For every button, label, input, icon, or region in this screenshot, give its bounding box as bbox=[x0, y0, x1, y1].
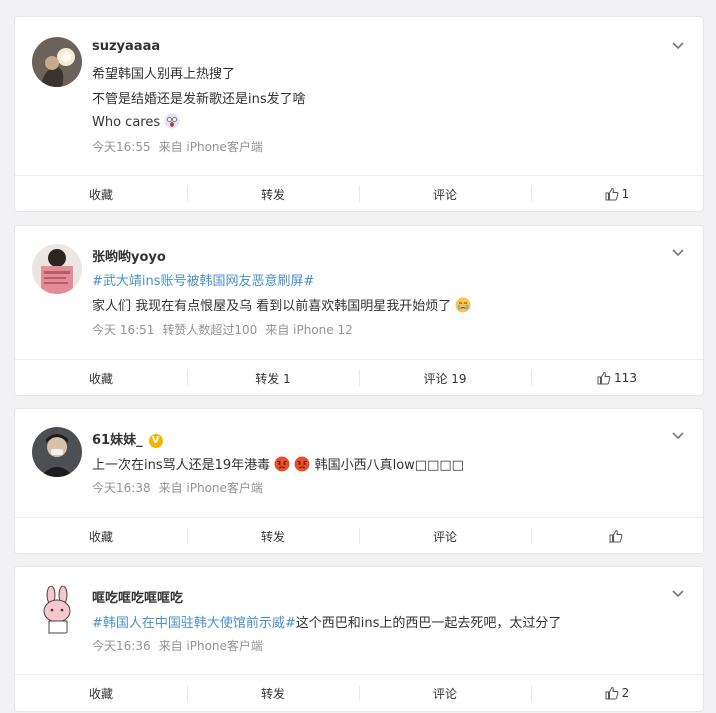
collect-button[interactable]: 收藏 bbox=[15, 360, 187, 396]
post-text-line: 家人们 我现在有点恨屋及乌 看到以前喜欢韩国明星我开始烦了 bbox=[92, 295, 471, 314]
timestamp[interactable]: 今天 16:51 bbox=[92, 323, 154, 337]
hashtag-link[interactable]: #武大靖ins账号被韩国网友恶意刷屏# bbox=[92, 274, 314, 289]
username[interactable]: suzyaaaa bbox=[92, 39, 160, 54]
post-meta: 今天16:55 来自 iPhone客户端 bbox=[92, 138, 271, 155]
source: 来自 iPhone 12 bbox=[265, 323, 353, 337]
thumbs-up-icon bbox=[597, 371, 611, 385]
avatar[interactable] bbox=[32, 427, 82, 477]
username[interactable]: 哐吃哐吃哐哐吃 bbox=[92, 587, 183, 606]
forward-button[interactable]: 转发 bbox=[187, 176, 359, 212]
timestamp[interactable]: 今天16:55 bbox=[92, 140, 151, 154]
post-text: 这个西巴和ins上的西巴一起去死吧，太过分了 bbox=[295, 616, 562, 631]
action-bar: 收藏 转发 评论 2 bbox=[15, 675, 703, 711]
post-text: Who cares bbox=[92, 115, 161, 130]
post-text: 家人们 我现在有点恨屋及乌 看到以前喜欢韩国明星我开始烦了 bbox=[92, 299, 452, 314]
timestamp[interactable]: 今天16:36 bbox=[92, 639, 151, 653]
angry-emoji-icon bbox=[294, 456, 310, 472]
post-text: 韩国小西八真low□□□□ bbox=[314, 458, 464, 473]
comment-button[interactable]: 评论 bbox=[359, 518, 531, 554]
like-button[interactable]: 2 bbox=[531, 675, 703, 711]
crying-emoji-icon bbox=[455, 297, 471, 313]
post-text-line: #武大靖ins账号被韩国网友恶意刷屏# bbox=[92, 270, 314, 289]
forward-button[interactable]: 转发 bbox=[187, 675, 359, 711]
angry-emoji-icon bbox=[274, 456, 290, 472]
forward-button[interactable]: 转发 bbox=[187, 518, 359, 554]
chevron-down-icon[interactable] bbox=[671, 587, 685, 601]
source: 来自 iPhone客户端 bbox=[158, 481, 263, 495]
post-text: 不管是结婚还是发新歌还是ins发了啥 bbox=[92, 92, 306, 107]
avatar[interactable] bbox=[32, 37, 82, 87]
post-card: 61妹妹_ V 上一次在ins骂人还是19年港毒 韩国小西八真low□□□□ 今天… bbox=[14, 408, 704, 554]
action-bar: 收藏 转发 评论 1 bbox=[15, 176, 703, 212]
verified-badge-icon: V bbox=[148, 433, 163, 448]
source: 来自 iPhone客户端 bbox=[158, 140, 263, 154]
source: 来自 iPhone客户端 bbox=[158, 639, 263, 653]
username[interactable]: 61妹妹_ bbox=[92, 433, 143, 448]
collect-button[interactable]: 收藏 bbox=[15, 176, 187, 212]
collect-button[interactable]: 收藏 bbox=[15, 518, 187, 554]
chevron-down-icon[interactable] bbox=[671, 39, 685, 53]
forward-button[interactable]: 转发 1 bbox=[187, 360, 359, 396]
username-row: 61妹妹_ V bbox=[92, 429, 163, 448]
avatar[interactable] bbox=[32, 244, 82, 294]
post-text: 希望韩国人别再上热搜了 bbox=[92, 67, 236, 82]
timestamp[interactable]: 今天16:38 bbox=[92, 481, 151, 495]
post-card: 哐吃哐吃哐哐吃 #韩国人在中国驻韩大使馆前示威#这个西巴和ins上的西巴一起去死… bbox=[14, 566, 704, 712]
like-button[interactable]: 1 bbox=[531, 176, 703, 212]
post-meta: 今天 16:51 转赞人数超过100 来自 iPhone 12 bbox=[92, 321, 361, 338]
action-bar: 收藏 转发 1 评论 19 113 bbox=[15, 360, 703, 396]
like-button[interactable]: 113 bbox=[531, 360, 703, 396]
post-meta: 今天16:38 来自 iPhone客户端 bbox=[92, 479, 271, 496]
post-text-line: 上一次在ins骂人还是19年港毒 韩国小西八真low□□□□ bbox=[92, 454, 464, 473]
comment-button[interactable]: 评论 bbox=[359, 675, 531, 711]
like-button[interactable] bbox=[531, 518, 703, 554]
avatar[interactable] bbox=[32, 585, 82, 635]
comment-button[interactable]: 评论 bbox=[359, 176, 531, 212]
post-card: suzyaaaa 希望韩国人别再上热搜了 不管是结婚还是发新歌还是ins发了啥 … bbox=[14, 16, 704, 212]
repost-count-note: 转赞人数超过100 bbox=[162, 323, 258, 337]
action-bar: 收藏 转发 评论 bbox=[15, 518, 703, 554]
thumbs-up-icon bbox=[605, 686, 619, 700]
username[interactable]: 张哟哟yoyo bbox=[92, 246, 166, 265]
comment-button[interactable]: 评论 19 bbox=[359, 360, 531, 396]
post-card: 张哟哟yoyo #武大靖ins账号被韩国网友恶意刷屏# 家人们 我现在有点恨屋及… bbox=[14, 225, 704, 396]
thumbs-up-icon bbox=[605, 187, 619, 201]
post-meta: 今天16:36 来自 iPhone客户端 bbox=[92, 637, 271, 654]
post-text-line: Who cares bbox=[92, 113, 180, 130]
shocked-emoji-icon bbox=[164, 113, 180, 129]
post-text: 上一次在ins骂人还是19年港毒 bbox=[92, 458, 271, 473]
post-text-line: #韩国人在中国驻韩大使馆前示威#这个西巴和ins上的西巴一起去死吧，太过分了 bbox=[92, 612, 561, 631]
thumbs-up-icon bbox=[609, 529, 622, 543]
chevron-down-icon[interactable] bbox=[671, 429, 685, 443]
hashtag-link[interactable]: #韩国人在中国驻韩大使馆前示威# bbox=[92, 616, 296, 631]
collect-button[interactable]: 收藏 bbox=[15, 675, 187, 711]
chevron-down-icon[interactable] bbox=[671, 246, 685, 260]
